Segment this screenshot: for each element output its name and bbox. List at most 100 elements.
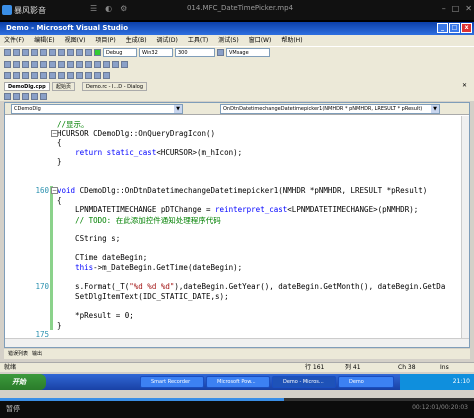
dialog-toolbar (0, 70, 474, 81)
ide-window-controls: _ □ x (437, 23, 472, 33)
zoom-combo[interactable]: 300 (175, 48, 215, 57)
open-icon[interactable] (22, 49, 29, 56)
ide-minimize-button[interactable]: _ (437, 23, 448, 33)
toolbar-icon[interactable] (67, 60, 74, 68)
toolbar-icon[interactable] (4, 92, 11, 100)
start-button[interactable]: 开始 (0, 374, 46, 390)
platform-combo[interactable]: Win32 (139, 48, 173, 57)
toolbar-icon[interactable] (22, 72, 29, 79)
toolbar-icon[interactable] (58, 72, 65, 79)
code-text-area[interactable]: 160 170 175 //显示。 HCURSOR CDemoDlg::OnQuery… (5, 116, 461, 338)
taskbar-powerpoint[interactable]: Microsoft Pow... (206, 376, 270, 388)
toolbar-icon[interactable] (22, 60, 29, 68)
toolbar-icon[interactable] (94, 60, 101, 68)
new-project-icon[interactable] (4, 49, 11, 56)
save-icon[interactable] (31, 49, 38, 56)
tab-demodlg-cpp[interactable]: DemoDlg.cpp (4, 82, 50, 91)
cut-icon[interactable] (49, 49, 56, 56)
toolbar-icon[interactable] (22, 92, 29, 100)
toolbar-icon[interactable] (76, 60, 83, 68)
minimize-icon[interactable]: – (442, 4, 446, 16)
toolbar-icon[interactable] (40, 92, 47, 100)
taskbar-visual-studio[interactable]: Demo - Micros... (272, 376, 336, 388)
ide-close-button[interactable]: x (461, 23, 472, 33)
toolbar-icon[interactable] (40, 60, 47, 68)
method-combo[interactable]: OnDtnDatetimechangeDatetimepicker1(NMHDR… (220, 104, 440, 114)
toolbar-icon[interactable] (94, 72, 101, 79)
toolbar-icon[interactable] (4, 60, 11, 68)
settings-icon[interactable]: ⚙ (120, 4, 127, 16)
find-icon[interactable] (217, 49, 224, 56)
redo-icon[interactable] (85, 49, 92, 56)
menu-help[interactable]: 帮助(H) (281, 35, 302, 46)
toolbar-icon[interactable] (85, 60, 92, 68)
config-combo[interactable]: Debug (103, 48, 137, 57)
toolbar-icon[interactable] (13, 72, 20, 79)
toolbar-icon[interactable] (31, 72, 38, 79)
paste-icon[interactable] (67, 49, 74, 56)
menu-edit[interactable]: 编辑(E) (34, 35, 54, 46)
status-line: 行 161 (305, 364, 325, 371)
menu-tools[interactable]: 工具(T) (188, 35, 208, 46)
player-control-bar: 暂停 00:12:01/00:20:03 (0, 398, 474, 418)
toolbar-icon[interactable] (85, 72, 92, 79)
add-item-icon[interactable] (13, 49, 20, 56)
close-icon[interactable]: ✕ (465, 4, 472, 16)
toolbar-icon[interactable] (13, 60, 20, 68)
ide-maximize-button[interactable]: □ (449, 23, 460, 33)
start-debug-icon[interactable] (94, 49, 101, 56)
pause-button[interactable]: 暂停 (6, 404, 20, 414)
code-line: return static_cast<HCURSOR>(m_hIcon); (75, 147, 243, 157)
menu-project[interactable]: 项目(P) (95, 35, 115, 46)
class-combo[interactable]: CDemoDlg ▼ (11, 104, 183, 114)
undo-icon[interactable] (76, 49, 83, 56)
tab-error-list[interactable]: 错误列表 (8, 349, 28, 359)
taskbar-demo[interactable]: Demo (338, 376, 394, 388)
tab-output[interactable]: 输出 (32, 349, 42, 359)
chevron-down-icon: ▼ (174, 105, 182, 113)
close-document-icon[interactable]: ✕ (462, 82, 467, 89)
toolbar-icon[interactable] (58, 60, 65, 68)
menu-window[interactable]: 窗口(W) (249, 35, 272, 46)
navigation-bar: CDemoDlg ▼ OnDtnDatetimechangeDatetimepi… (5, 103, 469, 115)
collapse-icon[interactable]: − (51, 129, 58, 137)
toolbar-icon[interactable] (13, 92, 20, 100)
player-logo: 暴风影音 (2, 3, 62, 17)
menu-view[interactable]: 视图(V) (65, 35, 86, 46)
line-number: 170 (35, 282, 49, 292)
list-icon[interactable]: ☰ (90, 4, 97, 16)
toolbar-icon[interactable] (103, 60, 110, 68)
toolbar-icon[interactable] (76, 72, 83, 79)
toolbar-icon[interactable] (49, 72, 56, 79)
toolbar-icon[interactable] (31, 92, 38, 100)
menu-file[interactable]: 文件(F) (4, 35, 24, 46)
menu-test[interactable]: 测试(S) (218, 35, 239, 46)
menu-debug[interactable]: 调试(D) (157, 35, 178, 46)
toolbar-icon[interactable] (40, 72, 47, 79)
collapse-icon[interactable]: − (51, 187, 58, 195)
skin-icon[interactable]: ◐ (105, 4, 112, 16)
taskbar-smart-recorder[interactable]: Smart Recorder (140, 376, 204, 388)
menu-build[interactable]: 生成(B) (126, 35, 147, 46)
toolbar-icon[interactable] (112, 60, 119, 68)
code-line: // TODO: 在此添加控件通知处理程序代码 (75, 216, 221, 225)
toolbar-icon[interactable] (67, 72, 74, 79)
tab-demo-rc-dialog[interactable]: Demo.rc - I...D - Dialog (82, 82, 148, 91)
code-line: } (57, 320, 62, 330)
find-combo[interactable]: VMsage (226, 48, 270, 57)
playback-time: 00:12:01/00:20:03 (412, 404, 468, 411)
line-number: 160 (35, 186, 49, 196)
toolbar-icon[interactable] (4, 72, 11, 79)
recorded-screen: Demo - Microsoft Visual Studio _ □ x 文件(… (0, 22, 474, 398)
copy-icon[interactable] (58, 49, 65, 56)
progress-bar[interactable] (0, 398, 474, 401)
toolbar-icon[interactable] (121, 60, 128, 68)
tab-start-page[interactable]: 起始页 (52, 82, 76, 91)
vertical-scrollbar[interactable] (461, 116, 469, 338)
horizontal-scrollbar[interactable] (5, 338, 469, 347)
save-all-icon[interactable] (40, 49, 47, 56)
toolbar-icon[interactable] (31, 60, 38, 68)
toolbar-icon[interactable] (49, 60, 56, 68)
toolbar-icon[interactable] (103, 72, 110, 79)
maximize-icon[interactable]: □ (452, 4, 460, 16)
